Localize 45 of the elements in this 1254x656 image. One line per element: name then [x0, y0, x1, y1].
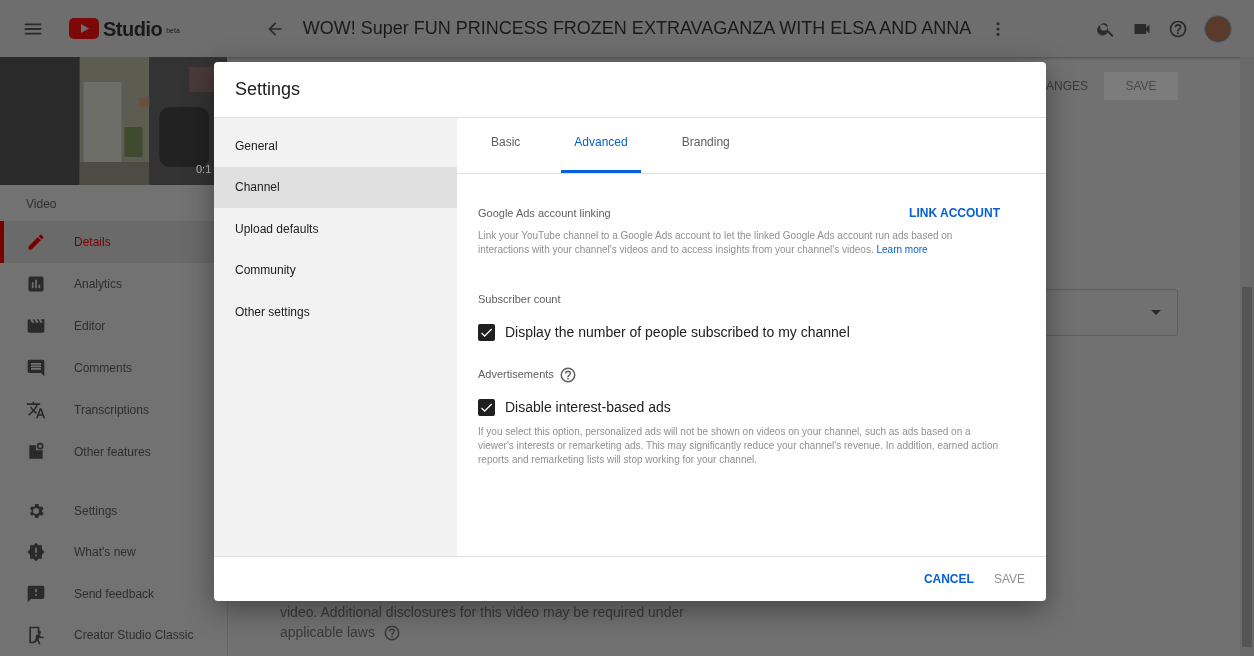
checkbox[interactable] — [478, 398, 495, 416]
help-icon[interactable] — [382, 623, 401, 642]
sidebar-item[interactable]: Transcriptions — [0, 389, 227, 431]
checkbox-label: Disable interest-based ads — [505, 397, 671, 417]
sidebar-item[interactable]: Other features — [0, 431, 227, 473]
video-duration: 0:1 — [196, 161, 212, 177]
feedback-icon — [26, 583, 46, 604]
learn-more-link[interactable]: Learn more — [876, 244, 928, 255]
alert-badge-icon — [26, 542, 46, 563]
settings-nav-item[interactable]: Channel — [214, 166, 457, 208]
section-label: Video — [25, 196, 58, 213]
tab[interactable]: Branding — [668, 133, 743, 173]
exit-door-icon — [26, 625, 46, 646]
bar-chart-icon — [26, 274, 46, 294]
translate-icon — [26, 400, 46, 420]
clapperboard-icon — [26, 316, 46, 336]
section-heading: Advertisements — [478, 367, 554, 383]
sidebar-item[interactable]: Send feedback — [0, 573, 227, 615]
description-text: Link your YouTube channel to a Google Ads account to let the linked Google Ads account run ads based on interactions with your channel's videos and to access insights from your channel's videos. Learn more — [478, 229, 954, 257]
help-icon[interactable] — [1168, 18, 1188, 39]
settings-nav-item[interactable]: General — [214, 125, 457, 167]
dialog-title: Settings — [235, 78, 301, 101]
play-logo-icon[interactable] — [69, 18, 99, 39]
comment-icon — [26, 358, 46, 378]
sidebar-item[interactable]: Creator Studio Classic — [0, 614, 227, 656]
sidebar-item[interactable]: What's new — [0, 531, 227, 573]
logo-text: Studio — [103, 16, 163, 42]
cancel-button[interactable]: CANCEL — [923, 570, 974, 588]
video-title: WOW! Super FUN PRINCESS FROZEN EXTRAVAGANZA WITH ELSA AND ANNA — [302, 17, 972, 40]
dropdown-caret-icon — [1151, 310, 1161, 315]
help-icon[interactable] — [558, 365, 577, 384]
pencil-icon — [26, 232, 46, 252]
document-search-icon — [26, 442, 46, 462]
sidebar-item[interactable]: Comments — [0, 347, 227, 389]
link-account-button[interactable]: LINK ACCOUNT — [909, 204, 1000, 222]
sidebar-item[interactable]: Settings — [0, 490, 227, 532]
section-heading: Google Ads account linking — [478, 205, 611, 221]
tab[interactable]: Basic — [478, 133, 534, 173]
section-heading: Subscriber count — [478, 292, 562, 307]
save-button[interactable]: SAVE — [993, 570, 1025, 588]
description-text: If you select this option, personalized ads will not be shown on videos on your channel, such as ads based on a viewer's interests or remarketing ads. This may significantly reduce your channel's revenue. In addition, earned action reports and remarketing lists will stop working for your channel. — [478, 424, 999, 467]
avatar[interactable] — [1204, 14, 1232, 43]
tab[interactable]: Advanced — [561, 133, 641, 173]
checkbox[interactable] — [478, 323, 495, 341]
checkbox-label: Display the number of people subscribed to my channel — [505, 322, 850, 342]
